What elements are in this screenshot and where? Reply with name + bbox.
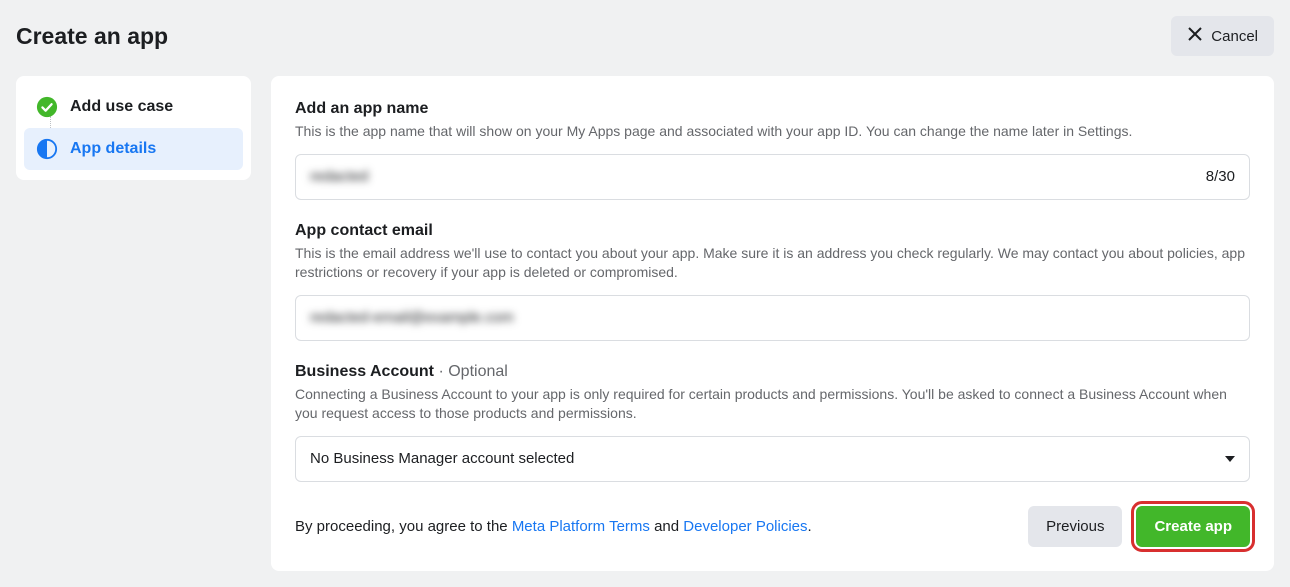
business-account-desc: Connecting a Business Account to your ap… (295, 385, 1250, 424)
steps-sidebar: Add use case App details (16, 76, 251, 180)
business-account-select[interactable]: No Business Manager account selected (295, 436, 1250, 482)
app-name-input[interactable] (310, 168, 1206, 185)
check-circle-icon (36, 96, 58, 118)
step-label: Add use case (70, 98, 173, 116)
contact-email-input-wrap (295, 295, 1250, 341)
business-account-group: Business Account · Optional Connecting a… (295, 363, 1250, 482)
step-app-details[interactable]: App details (24, 128, 243, 170)
optional-text: · Optional (434, 363, 508, 380)
close-icon (1187, 26, 1203, 46)
terms-text: By proceeding, you agree to the Meta Pla… (295, 518, 812, 535)
app-name-input-wrap: 8/30 (295, 154, 1250, 200)
char-count: 8/30 (1206, 168, 1235, 185)
contact-email-input[interactable] (310, 309, 1235, 326)
business-account-label: Business Account · Optional (295, 363, 1250, 381)
page-title: Create an app (16, 23, 168, 50)
create-app-button[interactable]: Create app (1136, 506, 1250, 547)
previous-button[interactable]: Previous (1028, 506, 1122, 547)
chevron-down-icon (1225, 456, 1235, 462)
app-name-desc: This is the app name that will show on y… (295, 122, 1250, 142)
app-details-form: Add an app name This is the app name tha… (271, 76, 1274, 571)
cancel-label: Cancel (1211, 28, 1258, 45)
app-name-group: Add an app name This is the app name tha… (295, 100, 1250, 200)
platform-terms-link[interactable]: Meta Platform Terms (512, 518, 650, 535)
select-value: No Business Manager account selected (310, 450, 1225, 467)
contact-email-label: App contact email (295, 222, 1250, 240)
contact-email-desc: This is the email address we'll use to c… (295, 244, 1250, 283)
half-circle-icon (36, 138, 58, 160)
step-add-use-case[interactable]: Add use case (24, 86, 243, 128)
contact-email-group: App contact email This is the email addr… (295, 222, 1250, 341)
developer-policies-link[interactable]: Developer Policies (683, 518, 807, 535)
step-label: App details (70, 140, 156, 158)
cancel-button[interactable]: Cancel (1171, 16, 1274, 56)
app-name-label: Add an app name (295, 100, 1250, 118)
